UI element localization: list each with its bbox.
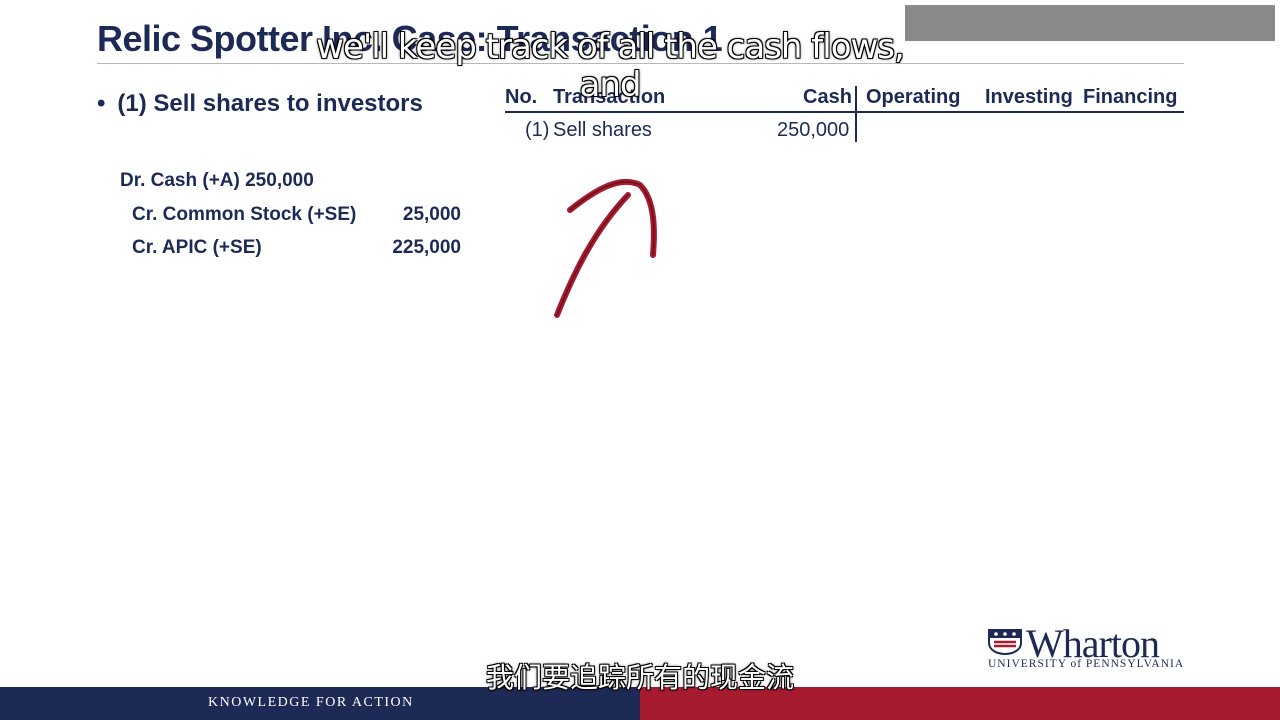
credit-line-common-stock: Cr. Common Stock (+SE)	[132, 204, 357, 225]
subtitle-chinese: 我们要追踪所有的现金流	[485, 661, 794, 694]
wharton-logo: Wharton UNIVERSITY of PENNSYLVANIA	[988, 621, 1193, 672]
table-header-rule	[505, 111, 1184, 113]
header-investing: Investing	[985, 86, 1073, 108]
row-1-transaction: Sell shares	[553, 119, 652, 141]
penn-shield-icon	[988, 629, 1022, 655]
hand-drawn-arrow-icon	[554, 178, 657, 318]
credit-amount-apic: 225,000	[392, 237, 461, 258]
video-overlay-box	[905, 5, 1275, 41]
header-financing: Financing	[1083, 86, 1178, 108]
row-1-no: (1)	[525, 119, 550, 141]
credit-line-apic: Cr. APIC (+SE)	[132, 237, 262, 258]
debit-line: Dr. Cash (+A) 250,000	[120, 170, 314, 191]
logo-subtitle: UNIVERSITY of PENNSYLVANIA	[988, 658, 1185, 670]
subtitle-english: we'll keep track of all the cash flows, …	[316, 27, 905, 105]
lecture-slide: Relic Spotter Inc. Case: Transaction 1 •…	[0, 0, 1280, 720]
credit-amount-common-stock: 25,000	[402, 204, 461, 225]
row-1-cash: 250,000	[777, 119, 850, 141]
bullet-marker: •	[97, 90, 106, 117]
footer-tagline: KNOWLEDGE FOR ACTION	[208, 695, 414, 710]
